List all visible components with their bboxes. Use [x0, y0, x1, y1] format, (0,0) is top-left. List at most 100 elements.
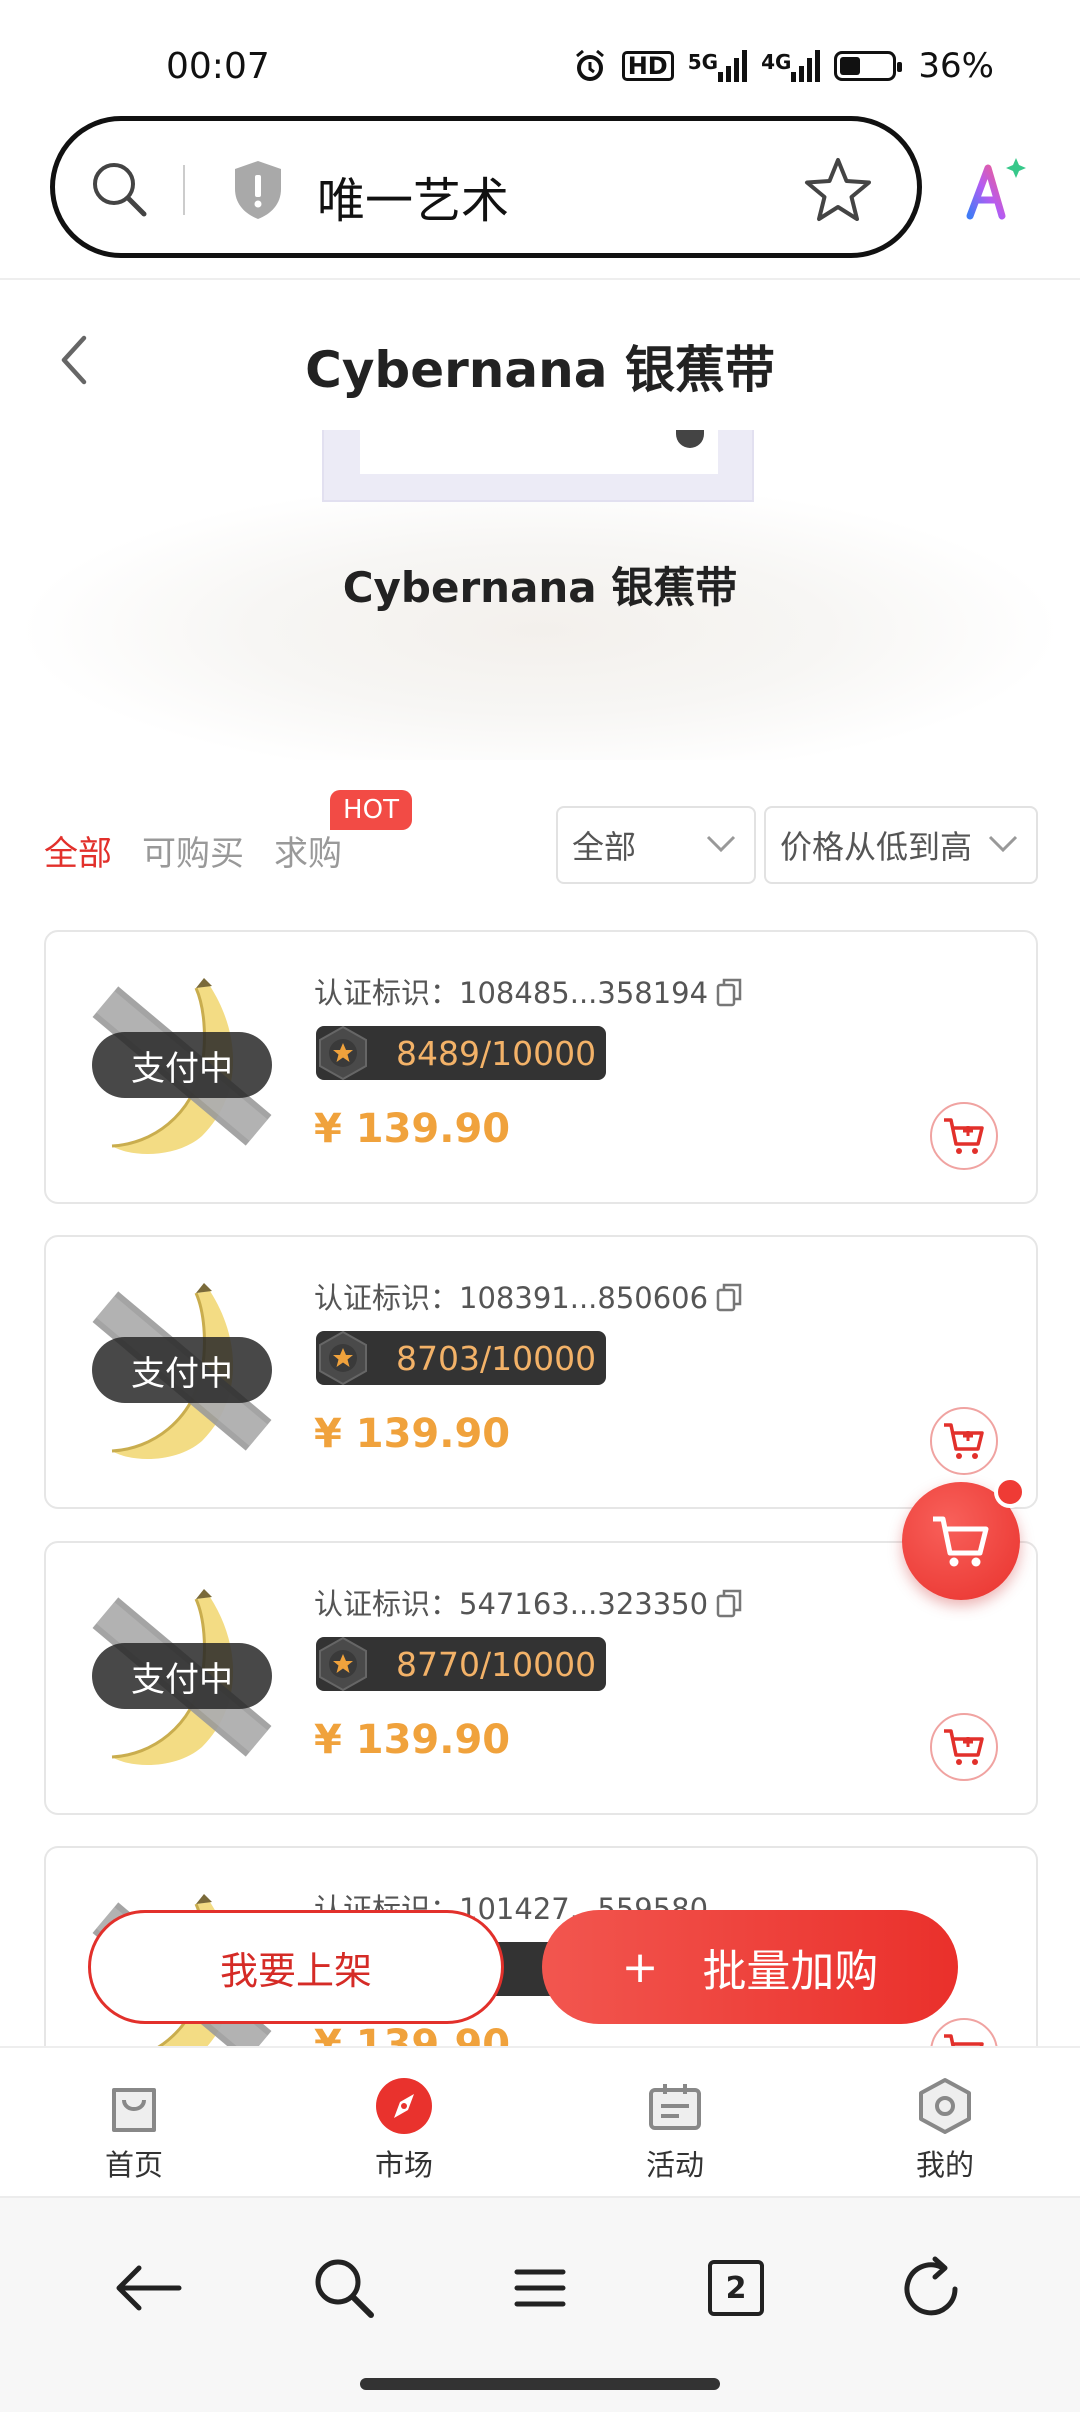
- payment-status-badge: 支付中: [92, 1032, 272, 1098]
- home-indicator[interactable]: [360, 2378, 720, 2390]
- batch-add-label: 批量加购: [702, 1946, 879, 1997]
- net-4g-label: 4G: [761, 50, 792, 74]
- batch-add-button[interactable]: + 批量加购: [542, 1910, 958, 2024]
- battery-icon: [834, 51, 903, 81]
- price: ¥ 139.90: [314, 1717, 511, 1763]
- refresh-icon: [904, 2256, 958, 2316]
- filter-bar: 全部 可购买 求购 HOT 全部 价格从低到高: [0, 790, 1080, 900]
- hd-label: HD: [627, 52, 668, 80]
- collection-hero: Cybernana 银蕉带: [0, 430, 1080, 760]
- list-for-sale-button[interactable]: 我要上架: [88, 1910, 504, 2024]
- browser-search-button[interactable]: [306, 2250, 382, 2326]
- cart-icon: [944, 1729, 984, 1765]
- browser-tabs-button[interactable]: 2: [698, 2250, 774, 2326]
- net-5g-label: 5G: [687, 50, 719, 74]
- alarm-icon: [575, 49, 604, 81]
- signal-4g-icon: 4G: [761, 50, 821, 82]
- medal-icon: [319, 1330, 367, 1386]
- signal-5g-icon: 5G: [687, 50, 748, 82]
- payment-status-badge: 支付中: [92, 1337, 272, 1403]
- edition-number: 8770/10000: [396, 1645, 597, 1684]
- calendar-icon: [649, 2084, 701, 2130]
- nav-item-market[interactable]: 市场: [344, 2076, 464, 2184]
- bag-icon: [112, 2088, 156, 2132]
- address-divider: [183, 165, 185, 215]
- add-to-cart-button[interactable]: [930, 1713, 998, 1781]
- app-bottom-nav: 首页 市场 活动 我的: [0, 2046, 1080, 2196]
- hexagon-icon: [919, 2078, 971, 2134]
- browser-refresh-button[interactable]: [894, 2250, 970, 2326]
- copy-icon[interactable]: [716, 1588, 742, 1618]
- nav-label: 首页: [104, 2148, 163, 2182]
- payment-status-badge: 支付中: [92, 1643, 272, 1709]
- page-title: Cybernana 银蕉带: [305, 341, 775, 399]
- browser-back-button[interactable]: [110, 2250, 186, 2326]
- cert-value: 108485...358194: [459, 976, 709, 1010]
- cart-icon: [944, 2034, 984, 2046]
- shield-icon[interactable]: [231, 159, 285, 221]
- cert-label: 认证标识：: [314, 1587, 460, 1621]
- price: ¥ 139.90: [314, 1106, 511, 1152]
- address-text[interactable]: 唯一艺术: [317, 161, 509, 231]
- edition-tag: 8770/10000: [316, 1636, 606, 1692]
- battery-percent: 36%: [918, 46, 994, 86]
- listing-card[interactable]: 支付中 认证标识：108391...850606 8703/10000 ¥ 13…: [44, 1235, 1038, 1509]
- status-time: 00:07: [166, 46, 270, 87]
- cart-icon: [933, 1516, 989, 1567]
- edition-tag: 8703/10000: [316, 1330, 606, 1386]
- chevron-down-icon: [988, 835, 1018, 853]
- tab-purchasable[interactable]: 可购买: [142, 826, 244, 875]
- collection-title: Cybernana 银蕉带: [342, 563, 738, 612]
- nav-label: 我的: [915, 2148, 974, 2182]
- price: ¥ 139.90: [314, 2022, 511, 2046]
- add-to-cart-button[interactable]: [930, 1407, 998, 1475]
- search-icon: [315, 2259, 374, 2318]
- cert-value: 108391...850606: [459, 1281, 709, 1315]
- status-icons: HD 5G 4G 36%: [572, 46, 994, 86]
- sort-select-value: 价格从低到高: [780, 828, 973, 866]
- chevron-down-icon: [706, 835, 736, 853]
- copy-icon[interactable]: [716, 1282, 742, 1312]
- search-icon[interactable]: [87, 157, 151, 221]
- edition-number: 8489/10000: [396, 1034, 597, 1073]
- edition-number: 8703/10000: [396, 1339, 597, 1378]
- cart-icon: [944, 1118, 984, 1154]
- tab-all[interactable]: 全部: [44, 826, 112, 875]
- listing-card[interactable]: 支付中 认证标识：108485...358194 8489/10000 ¥ 13…: [44, 930, 1038, 1204]
- category-select[interactable]: 全部: [556, 806, 756, 884]
- address-bar[interactable]: 唯一艺术: [50, 116, 922, 258]
- arrow-left-icon: [116, 2265, 182, 2311]
- nav-item-home[interactable]: 首页: [74, 2076, 194, 2184]
- medal-icon: [319, 1025, 367, 1081]
- hot-badge: HOT: [330, 790, 412, 830]
- sort-select[interactable]: 价格从低到高: [764, 806, 1038, 884]
- bookmark-star-icon[interactable]: [803, 155, 873, 225]
- medal-icon: [319, 1636, 367, 1692]
- price: ¥ 139.90: [314, 1411, 511, 1457]
- cart-icon: [944, 1423, 984, 1459]
- nav-label: 市场: [374, 2148, 433, 2182]
- cert-value: 547163...323350: [459, 1587, 709, 1621]
- collection-artwork[interactable]: [322, 430, 754, 502]
- copy-icon[interactable]: [716, 977, 742, 1007]
- cert-label: 认证标识：: [314, 1281, 460, 1315]
- nav-item-activity[interactable]: 活动: [615, 2076, 735, 2184]
- cert-id: 认证标识：108485...358194: [314, 970, 742, 1012]
- browser-menu-button[interactable]: [502, 2250, 578, 2326]
- menu-icon: [514, 2269, 566, 2307]
- hd-icon: HD: [621, 51, 674, 81]
- status-bar: 00:07 HD 5G 4G 36%: [0, 0, 1080, 120]
- add-to-cart-button[interactable]: [930, 1102, 998, 1170]
- nav-item-profile[interactable]: 我的: [885, 2076, 1005, 2184]
- nav-label: 活动: [645, 2148, 704, 2182]
- tab-wanted[interactable]: 求购: [274, 826, 342, 875]
- cert-id: 认证标识：108391...850606: [314, 1275, 742, 1317]
- compass-icon: [376, 2078, 432, 2134]
- category-select-value: 全部: [572, 828, 637, 866]
- listing-card[interactable]: 支付中 认证标识：547163...323350 8770/10000 ¥ 13…: [44, 1541, 1038, 1815]
- ai-assistant-icon[interactable]: [962, 156, 1028, 222]
- add-to-cart-button[interactable]: [930, 2018, 998, 2046]
- page-header: Cybernana 银蕉带: [0, 280, 1080, 430]
- cart-notification-dot: [994, 1476, 1026, 1508]
- tab-count: 2: [708, 2260, 764, 2316]
